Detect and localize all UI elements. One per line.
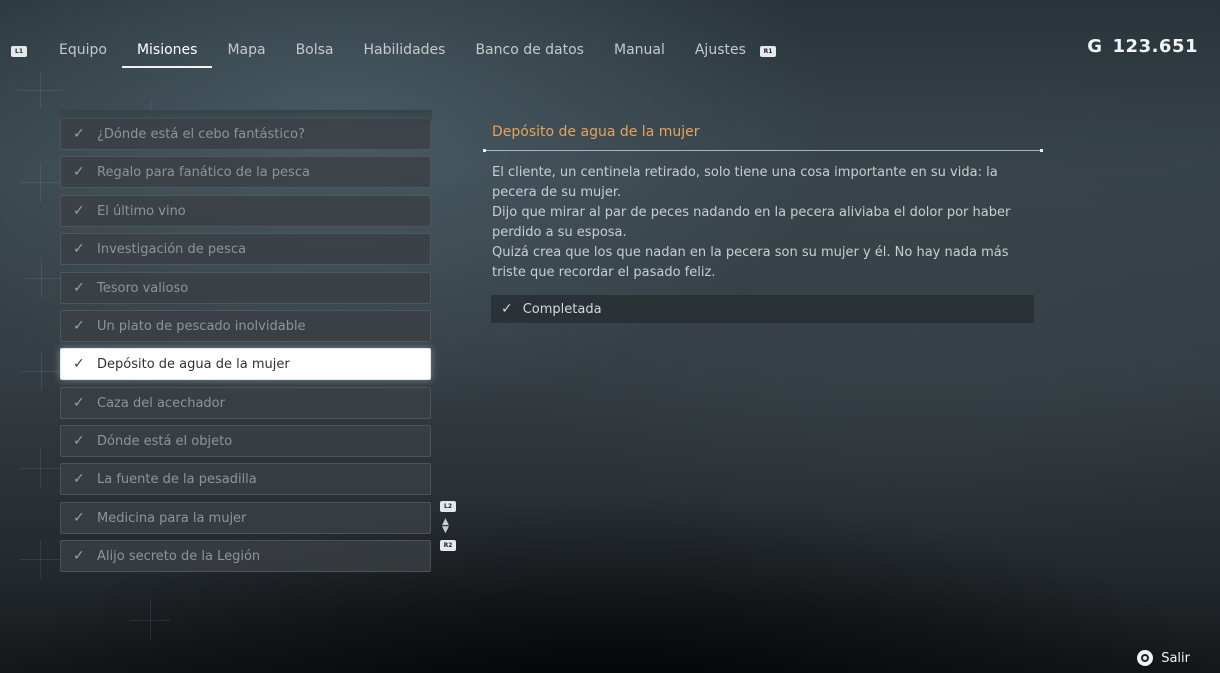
tab-bolsa[interactable]: Bolsa [281, 30, 349, 70]
list-fade [60, 110, 432, 126]
quest-description: El cliente, un centinela retirado, solo … [483, 151, 1043, 283]
r2-button-hint[interactable]: R2 [440, 540, 456, 551]
l1-button-hint[interactable]: L1 [11, 46, 27, 57]
tab-habilidades[interactable]: Habilidades [349, 30, 461, 70]
tab-bar: Equipo Misiones Mapa Bolsa Habilidades B… [44, 30, 761, 70]
check-icon: ✓ [73, 126, 85, 142]
quest-item[interactable]: ✓ Regalo para fanático de la pesca [60, 156, 431, 188]
quest-item[interactable]: ✓ Investigación de pesca [60, 233, 431, 265]
tab-manual[interactable]: Manual [599, 30, 680, 70]
decor-crosshair [20, 162, 60, 202]
check-icon: ✓ [73, 395, 85, 411]
check-icon: ✓ [501, 301, 513, 317]
quest-status-label: Completada [522, 301, 602, 317]
currency-amount: 123.651 [1112, 36, 1198, 57]
check-icon: ✓ [73, 548, 85, 564]
scroll-arrows-icon: ▲ ▼ [442, 517, 449, 535]
description-paragraph: Dijo que mirar al par de peces nadando e… [492, 205, 1011, 240]
quest-item[interactable]: ✓ Medicina para la mujer [60, 502, 431, 534]
decor-crosshair [22, 258, 60, 298]
decor-crosshair [20, 448, 60, 488]
tab-ajustes[interactable]: Ajustes [680, 30, 761, 70]
tab-mapa[interactable]: Mapa [212, 30, 280, 70]
quest-name: Alijo secreto de la Legión [97, 548, 261, 564]
quest-name: Regalo para fanático de la pesca [97, 164, 310, 180]
top-nav: L1 Equipo Misiones Mapa Bolsa Habilidade… [0, 0, 1220, 80]
description-paragraph: Quizá crea que los que nadan en la pecer… [492, 245, 1009, 280]
quest-item[interactable]: ✓ Tesoro valioso [60, 272, 431, 304]
check-icon: ✓ [73, 241, 85, 257]
exit-label: Salir [1161, 650, 1190, 666]
quest-item[interactable]: ✓ Alijo secreto de la Legión [60, 540, 431, 572]
circle-button-icon [1137, 650, 1154, 666]
r1-button-hint[interactable]: R1 [760, 46, 776, 57]
quest-name: ¿Dónde está el cebo fantástico? [97, 126, 306, 142]
quest-item-selected[interactable]: ✓ Depósito de agua de la mujer [60, 348, 431, 380]
check-icon: ✓ [73, 471, 85, 487]
quest-item[interactable]: ✓ La fuente de la pesadilla [60, 463, 431, 495]
quest-name: Depósito de agua de la mujer [97, 356, 290, 372]
quest-detail-panel: Depósito de agua de la mujer El cliente,… [483, 120, 1043, 323]
quest-item[interactable]: ✓ Dónde está el objeto [60, 425, 431, 457]
quest-name: Investigación de pesca [97, 241, 247, 257]
currency-icon: G [1087, 36, 1103, 57]
exit-button[interactable]: Salir [1137, 650, 1190, 666]
decor-crosshair [130, 600, 170, 640]
tab-equipo[interactable]: Equipo [44, 30, 122, 70]
check-icon: ✓ [73, 510, 85, 526]
l2-button-hint[interactable]: L2 [440, 501, 456, 512]
quest-item[interactable]: ✓ Caza del acechador [60, 387, 431, 419]
check-icon: ✓ [73, 164, 85, 180]
quest-item[interactable]: ✓ Un plato de pescado inolvidable [60, 310, 431, 342]
quest-name: Dónde está el objeto [97, 433, 233, 449]
check-icon: ✓ [73, 318, 85, 334]
check-icon: ✓ [73, 203, 85, 219]
quest-detail-title: Depósito de agua de la mujer [492, 124, 700, 140]
decor-crosshair [20, 540, 60, 578]
quest-item[interactable]: ✓ El último vino [60, 195, 431, 227]
quest-name: Un plato de pescado inolvidable [97, 318, 306, 334]
quest-name: Caza del acechador [97, 395, 225, 411]
check-icon: ✓ [73, 280, 85, 296]
tab-misiones[interactable]: Misiones [121, 30, 213, 70]
quest-name: El último vino [97, 203, 186, 219]
quest-name: Medicina para la mujer [97, 510, 247, 526]
currency-display: G 123.651 [1087, 36, 1198, 57]
check-icon: ✓ [73, 356, 85, 372]
check-icon: ✓ [73, 433, 85, 449]
quest-name: La fuente de la pesadilla [97, 471, 257, 487]
tab-banco-de-datos[interactable]: Banco de datos [460, 30, 599, 70]
divider [483, 149, 1043, 152]
quest-name: Tesoro valioso [97, 280, 189, 296]
description-paragraph: El cliente, un centinela retirado, solo … [492, 165, 998, 200]
decor-crosshair [22, 352, 60, 390]
quest-status: ✓ Completada [491, 295, 1034, 323]
